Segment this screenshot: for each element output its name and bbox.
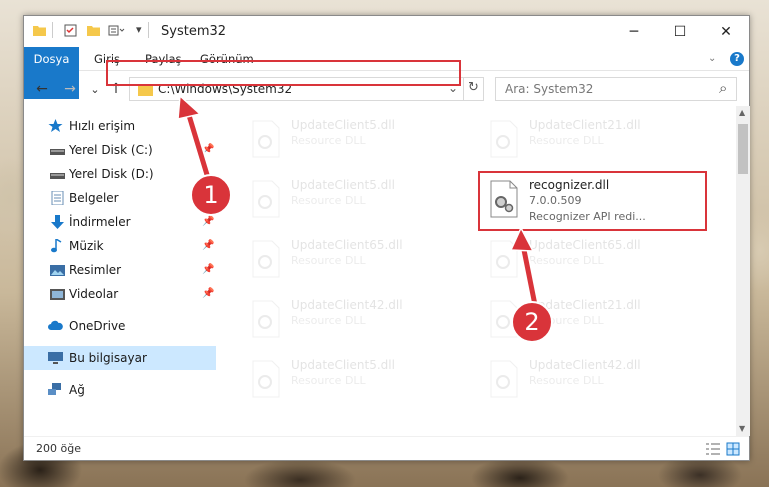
annotation-arrows	[177, 94, 540, 306]
arrow-to-recognizer-dll	[509, 226, 540, 306]
step-1-badge: 1	[190, 174, 232, 216]
step-2-badge: 2	[511, 301, 553, 343]
arrow-to-address-bar	[177, 94, 213, 180]
